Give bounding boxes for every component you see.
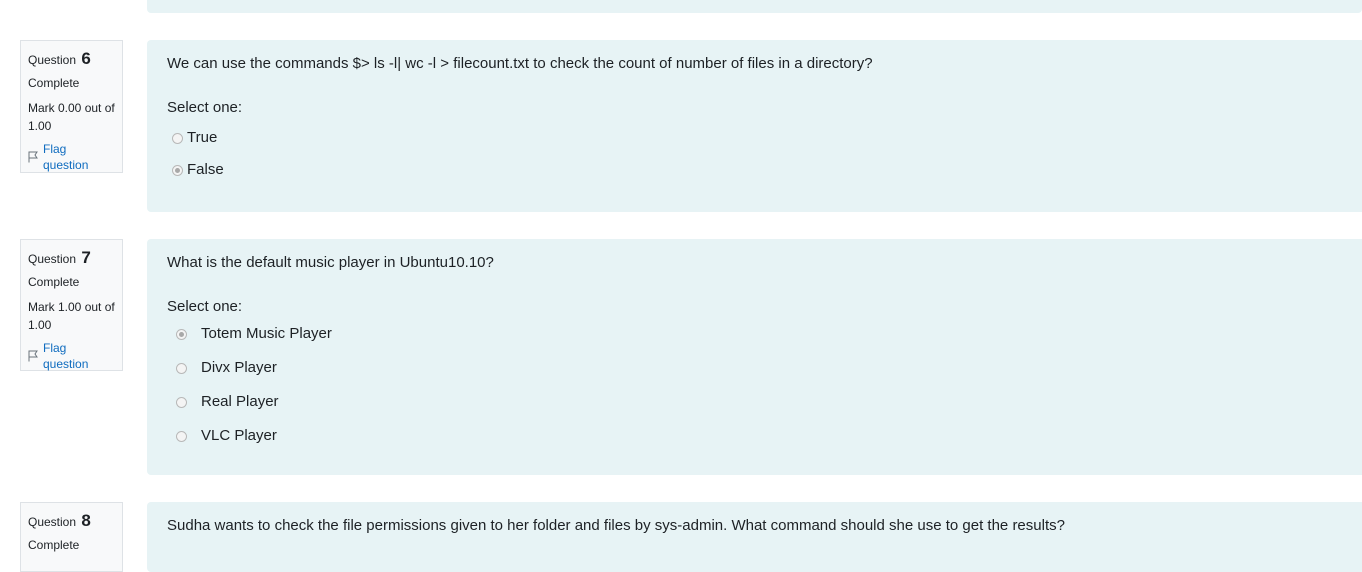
question-number: Question 7	[28, 248, 115, 269]
radio-button-selected[interactable]	[172, 164, 183, 176]
answer-option-false[interactable]: False	[167, 154, 1342, 186]
answer-option-totem[interactable]: Totem Music Player	[167, 317, 1342, 351]
flag-question-link[interactable]: Flag question	[28, 340, 115, 372]
previous-question-content	[147, 0, 1362, 13]
question-6-content: We can use the commands $> ls -l| wc -l …	[147, 40, 1362, 212]
answer-option-vlc[interactable]: VLC Player	[167, 419, 1342, 453]
radio-button[interactable]	[176, 430, 187, 442]
answer-label: VLC Player	[201, 427, 277, 444]
answer-label: Divx Player	[201, 359, 277, 376]
question-6-info: Question 6 Complete Mark 0.00 out of 1.0…	[20, 40, 123, 173]
question-8-info: Question 8 Complete	[20, 502, 123, 572]
question-number-value: 7	[81, 248, 91, 267]
radio-button[interactable]	[176, 362, 187, 374]
question-8-content: Sudha wants to check the file permission…	[147, 502, 1362, 572]
question-number-value: 6	[81, 49, 91, 68]
question-number: Question 8	[28, 511, 115, 532]
question-text: We can use the commands $> ls -l| wc -l …	[167, 55, 873, 72]
question-grade: Mark 1.00 out of 1.00	[28, 300, 115, 332]
select-one-prompt: Select one:	[167, 99, 243, 116]
answer-option-real[interactable]: Real Player	[167, 385, 1342, 419]
question-state: Complete	[28, 275, 80, 289]
question-label: Question	[28, 252, 77, 266]
flag-question-link[interactable]: Flag question	[28, 141, 115, 173]
radio-button[interactable]	[172, 132, 183, 144]
question-state: Complete	[28, 76, 80, 90]
answer-label: False	[187, 161, 224, 178]
answer-label: Totem Music Player	[201, 325, 332, 342]
question-number: Question 6	[28, 49, 115, 70]
question-state: Complete	[28, 538, 80, 552]
question-label: Question	[28, 53, 77, 67]
answer-label: True	[187, 129, 218, 146]
answer-label: Real Player	[201, 393, 279, 410]
question-text: What is the default music player in Ubun…	[167, 254, 494, 271]
flag-question-label: Flag question	[43, 142, 89, 172]
flag-icon	[28, 350, 38, 362]
question-number-value: 8	[81, 511, 91, 530]
question-text: Sudha wants to check the file permission…	[167, 517, 1065, 534]
flag-icon	[28, 151, 38, 163]
select-one-prompt: Select one:	[167, 298, 243, 315]
radio-button-selected[interactable]	[176, 328, 187, 340]
question-7-info: Question 7 Complete Mark 1.00 out of 1.0…	[20, 239, 123, 371]
answer-options: True False	[167, 122, 1342, 186]
flag-question-label: Flag question	[43, 341, 89, 371]
question-label: Question	[28, 515, 77, 529]
answer-option-divx[interactable]: Divx Player	[167, 351, 1342, 385]
question-grade: Mark 0.00 out of 1.00	[28, 101, 115, 133]
answer-options: Totem Music Player Divx Player Real Play…	[167, 317, 1342, 453]
question-7-content: What is the default music player in Ubun…	[147, 239, 1362, 475]
radio-button[interactable]	[176, 396, 187, 408]
answer-option-true[interactable]: True	[167, 122, 1342, 154]
